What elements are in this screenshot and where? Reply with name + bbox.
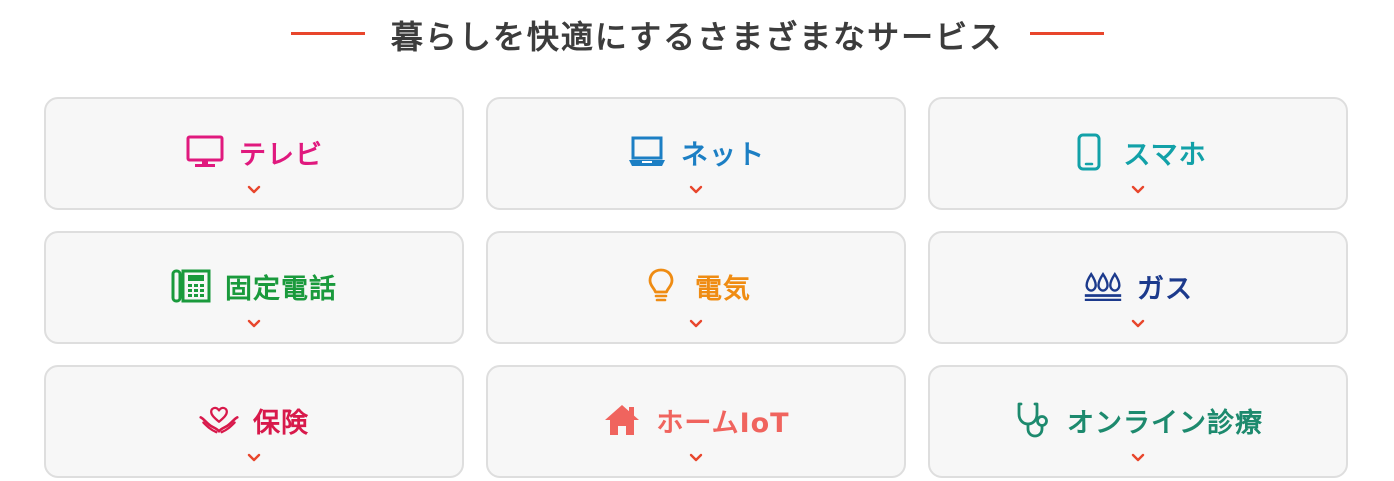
service-label: ネット [681, 139, 765, 171]
service-grid: テレビ ネット スマホ 固定電話 電気 ガス 保険 ホームIoT オンライン診療 [44, 97, 1348, 478]
card-header: テレビ [46, 133, 462, 171]
card-header: ホームIoT [488, 401, 904, 439]
chevron-down-icon [247, 453, 261, 462]
gas-flame-icon [1083, 267, 1123, 305]
service-card-insurance[interactable]: 保険 [44, 365, 464, 478]
chevron-down-icon [247, 185, 261, 194]
card-header: オンライン診療 [930, 401, 1346, 439]
card-header: スマホ [930, 133, 1346, 171]
service-label: ガス [1137, 273, 1193, 305]
card-header: 保険 [46, 401, 462, 439]
service-label: スマホ [1123, 139, 1207, 171]
service-card-tv[interactable]: テレビ [44, 97, 464, 210]
card-header: ネット [488, 133, 904, 171]
stethoscope-icon [1013, 401, 1053, 439]
service-label: ホームIoT [656, 407, 790, 439]
chevron-down-icon [247, 319, 261, 328]
section-title: 暮らしを快適にするさまざまなサービス [390, 18, 1004, 56]
card-header: ガス [930, 267, 1346, 305]
tv-icon [185, 133, 225, 171]
service-label: テレビ [239, 139, 323, 171]
heading-decoration-right [1030, 32, 1104, 35]
service-card-home-iot[interactable]: ホームIoT [486, 365, 906, 478]
chevron-down-icon [1131, 319, 1145, 328]
heart-hands-icon [199, 401, 239, 439]
service-card-smartphone[interactable]: スマホ [928, 97, 1348, 210]
smartphone-icon [1069, 133, 1109, 171]
card-header: 固定電話 [46, 267, 462, 305]
service-card-online-medical[interactable]: オンライン診療 [928, 365, 1348, 478]
service-label: 保険 [253, 407, 309, 439]
chevron-down-icon [689, 185, 703, 194]
chevron-down-icon [1131, 453, 1145, 462]
service-card-internet[interactable]: ネット [486, 97, 906, 210]
chevron-down-icon [689, 319, 703, 328]
service-card-electricity[interactable]: 電気 [486, 231, 906, 344]
heading-decoration-left [291, 32, 365, 35]
laptop-icon [627, 133, 667, 171]
section-heading: 暮らしを快適にするさまざまなサービス [0, 0, 1394, 72]
landline-phone-icon [171, 267, 211, 305]
lightbulb-icon [641, 267, 681, 305]
service-card-landline[interactable]: 固定電話 [44, 231, 464, 344]
house-icon [602, 401, 642, 439]
chevron-down-icon [1131, 185, 1145, 194]
service-card-gas[interactable]: ガス [928, 231, 1348, 344]
card-header: 電気 [488, 267, 904, 305]
services-section: 暮らしを快適にするさまざまなサービス テレビ ネット スマホ 固定電話 電気 ガ… [0, 0, 1394, 481]
service-label: オンライン診療 [1067, 407, 1263, 439]
service-label: 固定電話 [225, 273, 337, 305]
chevron-down-icon [689, 453, 703, 462]
service-label: 電気 [695, 273, 751, 305]
